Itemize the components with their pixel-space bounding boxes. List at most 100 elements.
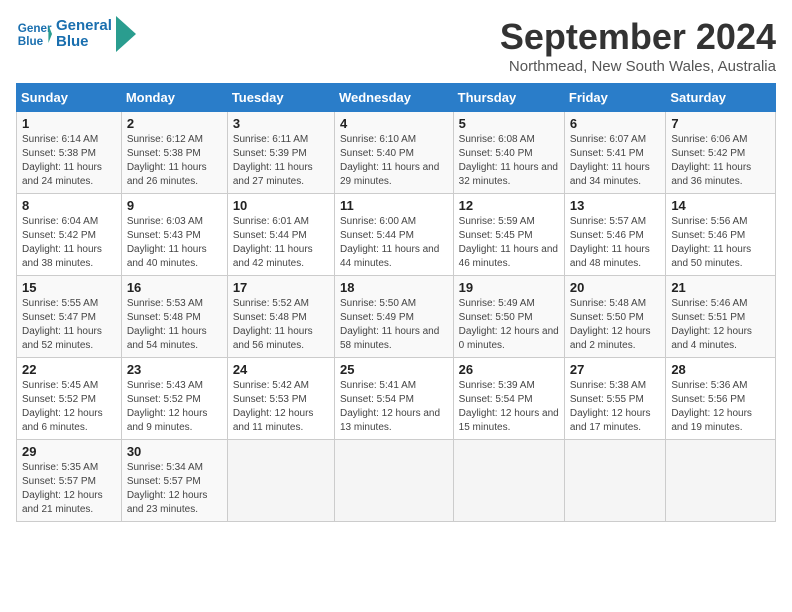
sunrise-label: Sunrise: 5:36 AM — [671, 380, 747, 391]
calendar-cell: 15 Sunrise: 5:55 AM Sunset: 5:47 PM Dayl… — [17, 276, 122, 358]
daylight-label: Daylight: 12 hours and 0 minutes. — [459, 326, 559, 351]
day-info: Sunrise: 5:42 AM Sunset: 5:53 PM Dayligh… — [233, 379, 329, 435]
daylight-label: Daylight: 11 hours and 56 minutes. — [233, 326, 313, 351]
sunset-label: Sunset: 5:39 PM — [233, 148, 307, 159]
sunrise-label: Sunrise: 5:35 AM — [22, 462, 98, 473]
day-number: 16 — [127, 280, 222, 295]
location-title: Northmead, New South Wales, Australia — [500, 58, 776, 75]
sunset-label: Sunset: 5:51 PM — [671, 312, 745, 323]
day-number: 13 — [570, 198, 660, 213]
day-info: Sunrise: 5:53 AM Sunset: 5:48 PM Dayligh… — [127, 297, 222, 353]
weekday-row: SundayMondayTuesdayWednesdayThursdayFrid… — [17, 84, 776, 112]
day-info: Sunrise: 6:00 AM Sunset: 5:44 PM Dayligh… — [340, 215, 448, 271]
sunrise-label: Sunrise: 6:11 AM — [233, 134, 308, 145]
sunset-label: Sunset: 5:45 PM — [459, 230, 533, 241]
day-number: 18 — [340, 280, 448, 295]
day-number: 19 — [459, 280, 559, 295]
sunrise-label: Sunrise: 5:41 AM — [340, 380, 416, 391]
day-number: 28 — [671, 362, 770, 377]
daylight-label: Daylight: 11 hours and 42 minutes. — [233, 244, 313, 269]
calendar-cell: 23 Sunrise: 5:43 AM Sunset: 5:52 PM Dayl… — [121, 358, 227, 440]
daylight-label: Daylight: 12 hours and 2 minutes. — [570, 326, 651, 351]
weekday-header-tuesday: Tuesday — [227, 84, 334, 112]
weekday-header-monday: Monday — [121, 84, 227, 112]
logo: General Blue General Blue — [16, 16, 136, 52]
sunrise-label: Sunrise: 6:07 AM — [570, 134, 646, 145]
sunset-label: Sunset: 5:56 PM — [671, 394, 745, 405]
sunrise-label: Sunrise: 6:14 AM — [22, 134, 98, 145]
calendar-cell: 27 Sunrise: 5:38 AM Sunset: 5:55 PM Dayl… — [564, 358, 665, 440]
sunrise-label: Sunrise: 5:46 AM — [671, 298, 747, 309]
day-info: Sunrise: 5:35 AM Sunset: 5:57 PM Dayligh… — [22, 461, 116, 517]
sunset-label: Sunset: 5:57 PM — [22, 476, 96, 487]
calendar-cell: 20 Sunrise: 5:48 AM Sunset: 5:50 PM Dayl… — [564, 276, 665, 358]
daylight-label: Daylight: 11 hours and 46 minutes. — [459, 244, 558, 269]
calendar-cell: 17 Sunrise: 5:52 AM Sunset: 5:48 PM Dayl… — [227, 276, 334, 358]
calendar-cell — [666, 440, 776, 522]
day-info: Sunrise: 5:59 AM Sunset: 5:45 PM Dayligh… — [459, 215, 559, 271]
day-number: 10 — [233, 198, 329, 213]
calendar-week-row: 22 Sunrise: 5:45 AM Sunset: 5:52 PM Dayl… — [17, 358, 776, 440]
calendar-cell: 16 Sunrise: 5:53 AM Sunset: 5:48 PM Dayl… — [121, 276, 227, 358]
sunrise-label: Sunrise: 5:55 AM — [22, 298, 98, 309]
sunset-label: Sunset: 5:53 PM — [233, 394, 307, 405]
day-number: 3 — [233, 116, 329, 131]
day-info: Sunrise: 6:12 AM Sunset: 5:38 PM Dayligh… — [127, 133, 222, 189]
day-info: Sunrise: 6:08 AM Sunset: 5:40 PM Dayligh… — [459, 133, 559, 189]
day-info: Sunrise: 6:14 AM Sunset: 5:38 PM Dayligh… — [22, 133, 116, 189]
calendar-cell: 25 Sunrise: 5:41 AM Sunset: 5:54 PM Dayl… — [334, 358, 453, 440]
day-number: 9 — [127, 198, 222, 213]
weekday-header-friday: Friday — [564, 84, 665, 112]
logo-arrow-icon — [116, 16, 136, 52]
calendar-week-row: 29 Sunrise: 5:35 AM Sunset: 5:57 PM Dayl… — [17, 440, 776, 522]
weekday-header-saturday: Saturday — [666, 84, 776, 112]
sunset-label: Sunset: 5:50 PM — [570, 312, 644, 323]
sunset-label: Sunset: 5:40 PM — [340, 148, 414, 159]
day-number: 4 — [340, 116, 448, 131]
day-info: Sunrise: 6:07 AM Sunset: 5:41 PM Dayligh… — [570, 133, 660, 189]
calendar-cell: 3 Sunrise: 6:11 AM Sunset: 5:39 PM Dayli… — [227, 112, 334, 194]
sunset-label: Sunset: 5:57 PM — [127, 476, 201, 487]
daylight-label: Daylight: 11 hours and 52 minutes. — [22, 326, 102, 351]
day-info: Sunrise: 5:55 AM Sunset: 5:47 PM Dayligh… — [22, 297, 116, 353]
calendar-cell: 12 Sunrise: 5:59 AM Sunset: 5:45 PM Dayl… — [453, 194, 564, 276]
daylight-label: Daylight: 12 hours and 13 minutes. — [340, 408, 440, 433]
calendar-cell: 30 Sunrise: 5:34 AM Sunset: 5:57 PM Dayl… — [121, 440, 227, 522]
daylight-label: Daylight: 11 hours and 24 minutes. — [22, 162, 102, 187]
daylight-label: Daylight: 11 hours and 48 minutes. — [570, 244, 650, 269]
day-number: 6 — [570, 116, 660, 131]
day-info: Sunrise: 6:10 AM Sunset: 5:40 PM Dayligh… — [340, 133, 448, 189]
sunset-label: Sunset: 5:46 PM — [671, 230, 745, 241]
daylight-label: Daylight: 11 hours and 54 minutes. — [127, 326, 207, 351]
logo-general: General — [56, 18, 112, 35]
daylight-label: Daylight: 12 hours and 15 minutes. — [459, 408, 559, 433]
sunset-label: Sunset: 5:52 PM — [22, 394, 96, 405]
calendar-cell — [564, 440, 665, 522]
sunset-label: Sunset: 5:46 PM — [570, 230, 644, 241]
sunrise-label: Sunrise: 6:06 AM — [671, 134, 747, 145]
day-number: 14 — [671, 198, 770, 213]
sunset-label: Sunset: 5:48 PM — [127, 312, 201, 323]
daylight-label: Daylight: 11 hours and 34 minutes. — [570, 162, 650, 187]
daylight-label: Daylight: 11 hours and 26 minutes. — [127, 162, 207, 187]
day-info: Sunrise: 6:06 AM Sunset: 5:42 PM Dayligh… — [671, 133, 770, 189]
sunset-label: Sunset: 5:40 PM — [459, 148, 533, 159]
calendar-cell: 21 Sunrise: 5:46 AM Sunset: 5:51 PM Dayl… — [666, 276, 776, 358]
calendar-cell: 4 Sunrise: 6:10 AM Sunset: 5:40 PM Dayli… — [334, 112, 453, 194]
weekday-header-thursday: Thursday — [453, 84, 564, 112]
header: General Blue General Blue September 2024… — [16, 16, 776, 75]
calendar-cell: 10 Sunrise: 6:01 AM Sunset: 5:44 PM Dayl… — [227, 194, 334, 276]
sunset-label: Sunset: 5:42 PM — [22, 230, 96, 241]
calendar-cell — [334, 440, 453, 522]
day-number: 17 — [233, 280, 329, 295]
sunrise-label: Sunrise: 5:43 AM — [127, 380, 203, 391]
weekday-header-wednesday: Wednesday — [334, 84, 453, 112]
day-info: Sunrise: 5:38 AM Sunset: 5:55 PM Dayligh… — [570, 379, 660, 435]
sunrise-label: Sunrise: 5:59 AM — [459, 216, 535, 227]
sunrise-label: Sunrise: 5:48 AM — [570, 298, 646, 309]
day-number: 24 — [233, 362, 329, 377]
calendar-cell: 13 Sunrise: 5:57 AM Sunset: 5:46 PM Dayl… — [564, 194, 665, 276]
sunrise-label: Sunrise: 5:45 AM — [22, 380, 98, 391]
calendar-cell: 11 Sunrise: 6:00 AM Sunset: 5:44 PM Dayl… — [334, 194, 453, 276]
daylight-label: Daylight: 12 hours and 6 minutes. — [22, 408, 103, 433]
